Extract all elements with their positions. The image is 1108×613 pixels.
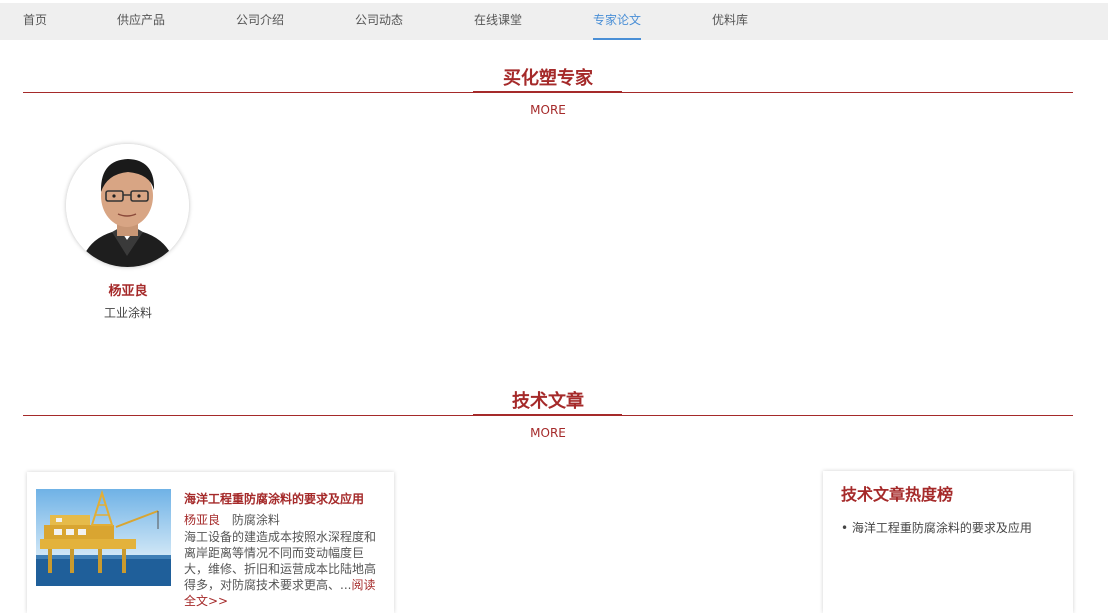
top-nav: 首页 供应产品 公司介绍 公司动态 在线课堂 专家论文 优料库	[0, 3, 1108, 40]
expert-avatar[interactable]	[66, 144, 189, 267]
section-divider-accent	[473, 414, 622, 416]
nav-item-news[interactable]: 公司动态	[355, 3, 403, 40]
nav-item-home[interactable]: 首页	[23, 3, 47, 40]
articles-section-title: 技术文章	[512, 391, 584, 412]
article-author-link[interactable]: 杨亚良	[184, 513, 220, 527]
expert-name[interactable]: 杨亚良	[68, 280, 188, 299]
article-summary-text: 海工设备的建造成本按照水深程度和离岸距离等情况不同而变动幅度巨大，维修、折旧和运…	[184, 530, 377, 592]
section-divider-accent	[473, 91, 622, 93]
hot-article-link[interactable]: • 海洋工程重防腐涂料的要求及应用	[841, 519, 1032, 536]
experts-section-title: 买化塑专家	[503, 68, 593, 89]
article-meta: 杨亚良 防腐涂料	[184, 511, 280, 528]
nav-item-products[interactable]: 供应产品	[117, 3, 165, 40]
bullet-icon: •	[841, 521, 852, 535]
nav-item-classroom[interactable]: 在线课堂	[474, 3, 522, 40]
oil-platform-image-icon	[36, 489, 171, 586]
hot-articles-title: 技术文章热度榜	[841, 485, 954, 504]
nav-item-material-library[interactable]: 优料库	[712, 3, 748, 40]
nav-item-expert-papers[interactable]: 专家论文	[593, 3, 642, 40]
articles-more-link[interactable]: MORE	[0, 426, 1096, 440]
article-category: 防腐涂料	[231, 513, 280, 527]
experts-more-link[interactable]: MORE	[0, 103, 1096, 117]
article-title-link[interactable]: 海洋工程重防腐涂料的要求及应用	[184, 490, 389, 507]
hot-article-label: 海洋工程重防腐涂料的要求及应用	[851, 521, 1032, 535]
nav-item-company[interactable]: 公司介绍	[236, 3, 284, 40]
article-card: 海洋工程重防腐涂料的要求及应用 杨亚良 防腐涂料 海工设备的建造成本按照水深程度…	[27, 472, 394, 613]
expert-field: 工业涂料	[103, 306, 152, 320]
hot-articles-panel: 技术文章热度榜 • 海洋工程重防腐涂料的要求及应用	[823, 471, 1073, 613]
article-summary: 海工设备的建造成本按照水深程度和离岸距离等情况不同而变动幅度巨大，维修、折旧和运…	[184, 529, 387, 609]
person-photo-icon	[66, 144, 189, 267]
article-thumbnail[interactable]	[36, 489, 171, 586]
